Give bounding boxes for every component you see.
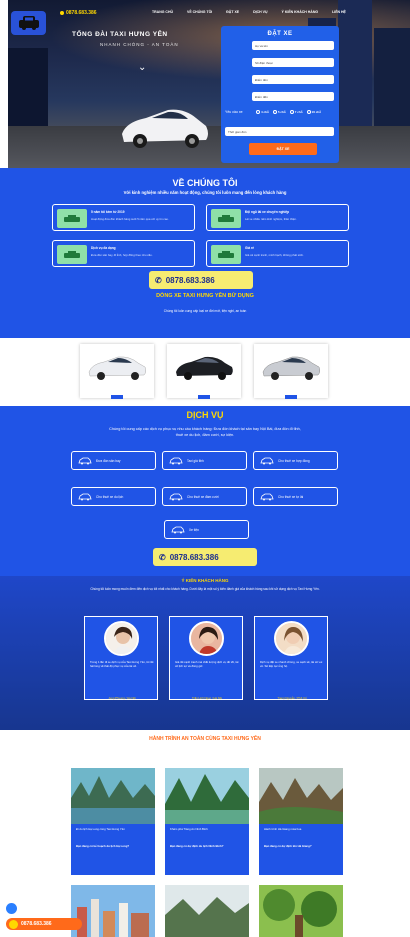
car-logo-icon xyxy=(18,16,39,30)
review-card: Dịch vụ đặt xe nhanh chóng, xe sạch sẽ, … xyxy=(254,616,328,700)
name-field[interactable]: Họ và tên xyxy=(252,41,334,50)
phone-icon: ✆ xyxy=(155,275,162,285)
blog-post-card[interactable]: Đi du lịch Hạ Long cùng Taxi Hưng Yên Bạ… xyxy=(71,768,155,875)
chevron-down-icon[interactable]: ⌄ xyxy=(138,62,146,73)
taxi-icon xyxy=(211,245,241,264)
blog-post-card[interactable]: Hành trình Hà Giang mùa hoa Bạn đang có … xyxy=(259,768,343,875)
service-wedding[interactable]: Cho thuê xe đám cưới xyxy=(162,487,247,506)
post-image-ha-giang xyxy=(259,768,343,824)
hero-title: TỔNG ĐÀI TAXI HƯNG YÊN xyxy=(72,31,168,38)
floating-call-button[interactable]: 0878.683.386 xyxy=(6,918,82,930)
nav-services[interactable]: DỊCH VỤ xyxy=(253,10,267,14)
service-airport[interactable]: Đưa đón sân bay xyxy=(71,451,156,470)
reviews-title: Ý KIẾN KHÁCH HÀNG xyxy=(181,578,229,583)
post-image-trang-an xyxy=(165,768,249,824)
post-image-valley[interactable] xyxy=(165,885,249,937)
service-tour[interactable]: Cho thuê xe du lịch xyxy=(71,487,156,506)
hero-car-image xyxy=(122,109,208,148)
submit-booking-button[interactable]: ĐẶT XE xyxy=(249,143,317,155)
feature-card: Dịch vụ đa dạng Đưa đón sân bay, đi tỉnh… xyxy=(52,240,195,267)
blog-title: HÀNH TRÌNH AN TOÀN CÙNG TAXI HƯNG YÊN xyxy=(149,736,261,742)
taxi-icon xyxy=(57,245,87,264)
call-button[interactable]: ✆ 0878.683.386 xyxy=(149,271,253,289)
top-header: 0878.683.386 TRANG CHỦ VỀ CHÚNG TÔI ĐẶT … xyxy=(0,0,410,35)
chat-icon[interactable] xyxy=(6,903,17,914)
reviewer-name: Jung Phuong / Hà Nội xyxy=(108,696,136,700)
taxi-icon xyxy=(211,209,241,228)
hero-subtitle: NHANH CHÓNG - AN TOÀN xyxy=(100,42,179,47)
car-lineup-note: Chúng tôi luôn cung cấp loại xe đời mới,… xyxy=(163,309,247,313)
car-icon xyxy=(260,493,274,500)
car-image-black-sedan[interactable] xyxy=(167,344,241,399)
call-button[interactable]: ✆ 0878.683.386 xyxy=(153,548,257,566)
review-card: Giá rất cạnh tranh mà chất lượng dịch vụ… xyxy=(169,616,243,700)
car-icon xyxy=(171,526,185,533)
reviews-section: Ý KIẾN KHÁCH HÀNG Chúng tôi luôn mong mu… xyxy=(0,576,410,730)
services-title: DỊCH VỤ xyxy=(186,410,224,420)
review-card: Trong 1 lần đi xe dịch vụ của Taxi Hưng … xyxy=(84,616,158,700)
phone-ring-icon xyxy=(9,919,18,929)
car-icon xyxy=(169,457,183,464)
car-gallery xyxy=(0,338,410,406)
service-shared[interactable]: Xe tiện xyxy=(164,520,249,539)
services-intro: Chúng tôi cung cấp các dịch vụ phục vụ n… xyxy=(109,427,301,437)
car-lineup-heading: DÒNG XE TAXI HƯNG YÊN BỬ DỤNG xyxy=(156,293,254,299)
phone-field[interactable]: Số điện thoại xyxy=(252,58,334,67)
logo[interactable] xyxy=(11,11,46,35)
avatar xyxy=(274,621,309,656)
booking-form: ĐẶT XE Họ và tên Số điện thoại Điểm đón … xyxy=(221,26,339,163)
page: TỔNG ĐÀI TAXI HƯNG YÊN NHANH CHÓNG - AN … xyxy=(0,0,410,937)
feature-card: Giá rẻ Giá cả cạnh tranh, minh bạch, khô… xyxy=(206,240,349,267)
avatar xyxy=(189,621,224,656)
reviewer-name: Trang Nguyễn / Phố Cổ xyxy=(277,696,307,700)
destination-field[interactable]: Điểm đến xyxy=(252,92,334,101)
phone-icon: ✆ xyxy=(159,552,166,562)
post-image-forest[interactable] xyxy=(259,885,343,937)
post-image-city[interactable] xyxy=(71,885,155,937)
car-icon xyxy=(78,457,92,464)
booking-title: ĐẶT XE xyxy=(267,31,293,37)
taxi-icon xyxy=(57,209,87,228)
service-self-drive[interactable]: Cho thuê xe tự lái xyxy=(253,487,338,506)
nav-contact[interactable]: LIÊN HỆ xyxy=(332,10,346,14)
blog-section: HÀNH TRÌNH AN TOÀN CÙNG TAXI HƯNG YÊN Đi… xyxy=(0,730,410,937)
reviewer-name: Trần Linh Ngọc / Hà Nội xyxy=(192,696,222,700)
car-icon xyxy=(78,493,92,500)
phone-icon xyxy=(60,10,64,15)
blog-post-card[interactable]: Khám phá Tràng An Ninh Bình Bạn đang có … xyxy=(165,768,249,875)
about-intro: Với kinh nghiệm nhiều năm hoạt động, chú… xyxy=(123,190,287,195)
nav-booking[interactable]: ĐẶT XE xyxy=(226,10,239,14)
nav-reviews[interactable]: Ý KIẾN KHÁCH HÀNG xyxy=(282,10,319,14)
reviews-intro: Chúng tôi luôn mong muốn đem đến dịch vụ… xyxy=(90,587,320,591)
feature-card: Đội ngũ lái xe chuyên nghiệp Lái xe nhiề… xyxy=(206,204,349,231)
feature-card: 5 năm tối kém từ 2019 Hoạt động đưa đón … xyxy=(52,204,195,231)
main-nav: TRANG CHỦ VỀ CHÚNG TÔI ĐẶT XE DỊCH VỤ Ý … xyxy=(152,10,346,14)
car-icon xyxy=(169,493,183,500)
service-province[interactable]: Taxi giá tỉnh xyxy=(162,451,247,470)
pickup-time-field[interactable]: Thời gian đón xyxy=(225,127,334,136)
service-contract[interactable]: Cho thuê xe hợp đồng xyxy=(253,451,338,470)
car-type-options[interactable]: 4 chỗ 5 chỗ 7 chỗ 16 chỗ xyxy=(256,110,321,115)
services-section: DỊCH VỤ Chúng tôi cung cấp các dịch vụ p… xyxy=(0,406,410,576)
car-icon xyxy=(260,457,274,464)
car-image-white-sedan[interactable] xyxy=(80,344,154,399)
car-image-silver-sedan[interactable] xyxy=(254,344,328,399)
nav-home[interactable]: TRANG CHỦ xyxy=(152,10,173,14)
nav-about[interactable]: VỀ CHÚNG TÔI xyxy=(187,10,212,14)
pickup-field[interactable]: Điểm đón xyxy=(252,75,334,84)
about-title: VỀ CHÚNG TÔI xyxy=(172,178,238,188)
car-type-label: Yêu cầu xe xyxy=(225,110,243,114)
avatar xyxy=(104,621,139,656)
post-image-halong xyxy=(71,768,155,824)
header-hotline[interactable]: 0878.683.386 xyxy=(60,10,97,16)
about-section: VỀ CHÚNG TÔI Với kinh nghiệm nhiều năm h… xyxy=(0,168,410,338)
